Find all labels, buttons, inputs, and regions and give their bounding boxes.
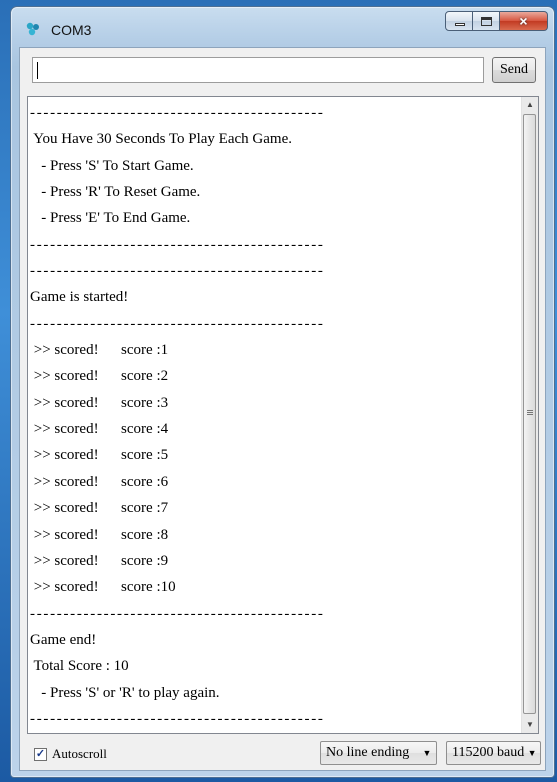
scroll-up-arrow-icon[interactable]: ▲ bbox=[522, 97, 538, 113]
line-ending-select[interactable]: No line ending ▼ bbox=[320, 741, 437, 765]
output-line: >> scored! score :9 bbox=[30, 552, 169, 569]
serial-monitor-window: COM3 × Send ----------------------------… bbox=[10, 6, 555, 778]
output-line: >> scored! score :1 bbox=[30, 342, 169, 359]
minimize-icon bbox=[455, 23, 465, 26]
chevron-down-icon: ▼ bbox=[527, 748, 537, 758]
output-line: >> scored! score :2 bbox=[30, 368, 169, 385]
output-line: Game is started! bbox=[30, 289, 129, 306]
baud-rate-select[interactable]: 115200 baud ▼ bbox=[446, 741, 541, 765]
close-button[interactable]: × bbox=[500, 11, 548, 31]
chevron-down-icon: ▼ bbox=[422, 748, 432, 758]
output-line: You Have 30 Seconds To Play Each Game. bbox=[30, 131, 292, 148]
separator-line: ----------------------------------------… bbox=[30, 605, 325, 622]
output-line: >> scored! score :5 bbox=[30, 447, 169, 464]
window-title: COM3 bbox=[51, 22, 92, 38]
check-icon: ✓ bbox=[35, 747, 46, 760]
output-line: Game end! bbox=[30, 631, 97, 648]
baud-rate-value: 115200 baud bbox=[452, 745, 525, 760]
output-line: >> scored! score :8 bbox=[30, 526, 169, 543]
output-lines: ----------------------------------------… bbox=[30, 100, 520, 732]
footer-bar: ✓ Autoscroll No line ending ▼ 115200 bau… bbox=[20, 738, 545, 770]
maximize-button[interactable] bbox=[473, 11, 500, 31]
close-icon: × bbox=[519, 13, 528, 29]
output-line: >> scored! score :3 bbox=[30, 394, 169, 411]
vertical-scrollbar[interactable]: ▲ ▼ bbox=[521, 97, 538, 733]
serial-output[interactable]: ----------------------------------------… bbox=[27, 96, 539, 734]
autoscroll-toggle[interactable]: ✓ Autoscroll bbox=[34, 746, 107, 762]
send-row: Send bbox=[20, 48, 545, 94]
output-line: >> scored! score :4 bbox=[30, 421, 169, 438]
output-line: - Press 'R' To Reset Game. bbox=[30, 184, 201, 201]
separator-line: ----------------------------------------… bbox=[30, 315, 325, 332]
scroll-thumb[interactable] bbox=[523, 114, 536, 714]
output-line: Total Score : 10 bbox=[30, 658, 129, 675]
output-line: - Press 'E' To End Game. bbox=[30, 210, 191, 227]
minimize-button[interactable] bbox=[445, 11, 473, 31]
separator-line: ----------------------------------------… bbox=[30, 263, 325, 280]
send-input[interactable] bbox=[32, 57, 484, 83]
arduino-app-icon bbox=[26, 22, 39, 36]
output-line: >> scored! score :6 bbox=[30, 473, 169, 490]
output-line: >> scored! score :7 bbox=[30, 500, 169, 517]
output-line: >> scored! score :10 bbox=[30, 579, 176, 596]
title-bar[interactable]: COM3 × bbox=[11, 7, 554, 47]
scroll-grip-icon bbox=[527, 410, 533, 415]
scroll-down-arrow-icon[interactable]: ▼ bbox=[522, 717, 538, 733]
line-ending-value: No line ending bbox=[326, 745, 410, 760]
autoscroll-checkbox[interactable]: ✓ bbox=[34, 747, 47, 761]
send-button[interactable]: Send bbox=[492, 57, 536, 83]
client-area: Send -----------------------------------… bbox=[19, 47, 546, 771]
autoscroll-label: Autoscroll bbox=[52, 746, 107, 761]
output-line: - Press 'S' or 'R' to play again. bbox=[30, 684, 220, 701]
window-controls: × bbox=[445, 11, 548, 33]
separator-line: ----------------------------------------… bbox=[30, 710, 325, 727]
text-caret bbox=[37, 62, 38, 79]
separator-line: ----------------------------------------… bbox=[30, 236, 325, 253]
output-line: - Press 'S' To Start Game. bbox=[30, 157, 194, 174]
maximize-icon bbox=[481, 17, 492, 26]
separator-line: ----------------------------------------… bbox=[30, 105, 325, 121]
